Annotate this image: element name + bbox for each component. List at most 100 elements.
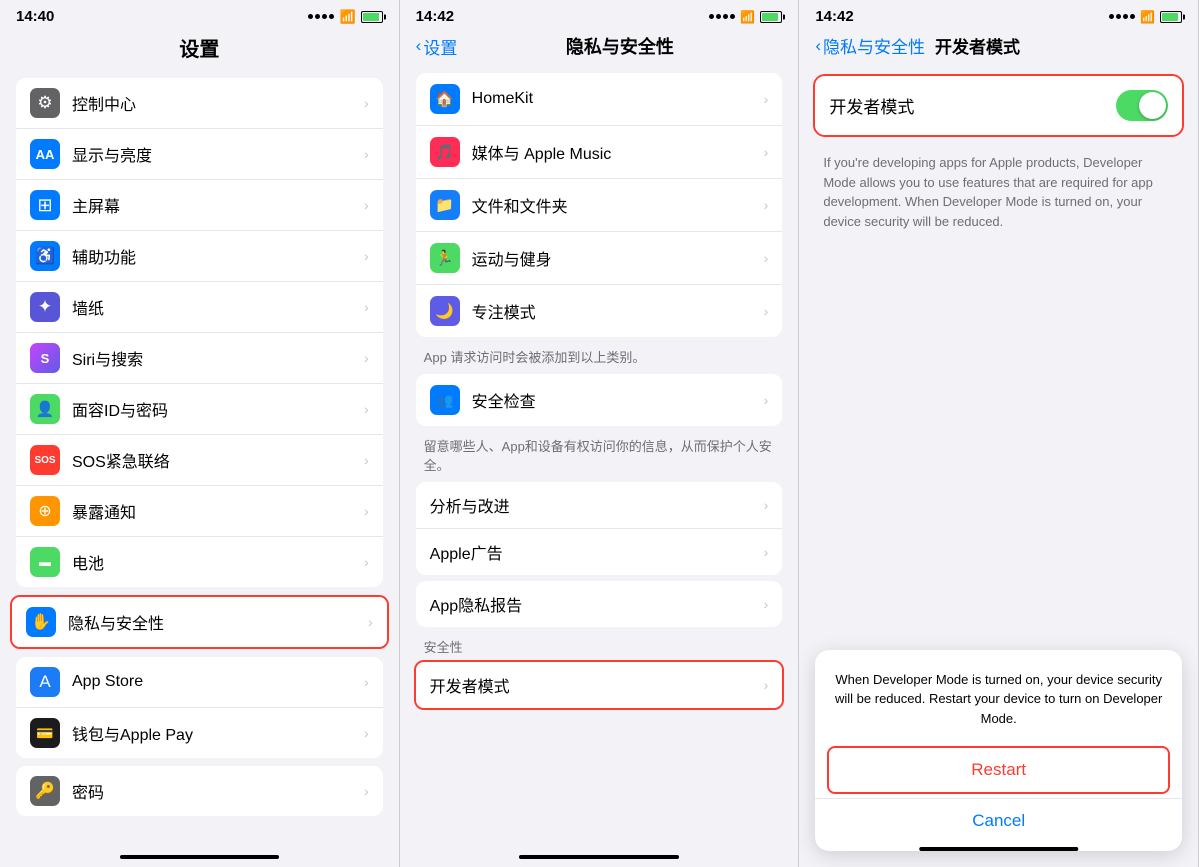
list-item[interactable]: ▬ 电池 › (16, 537, 383, 587)
developer-card: 开发者模式 (815, 76, 1182, 135)
panel2-privacy: 14:42 📶 ‹ 设置 隐私与安全性 🏠 HomeKit › (400, 0, 800, 867)
list-item[interactable]: ♿ 辅助功能 › (16, 231, 383, 282)
list-item[interactable]: 🔑 密码 › (16, 766, 383, 816)
item-label: 显示与亮度 (72, 142, 364, 166)
cancel-button[interactable]: Cancel (815, 798, 1182, 843)
dev-description: If you're developing apps for Apple prod… (799, 145, 1198, 239)
home-indicator (120, 855, 279, 859)
home-screen-icon: ⊞ (30, 190, 60, 220)
item-label: HomeKit (472, 90, 764, 108)
home-indicator (519, 855, 678, 859)
accessibility-icon: ♿ (30, 241, 60, 271)
home-indicator (919, 847, 1078, 851)
battery-item-icon: ▬ (30, 547, 60, 577)
back-chevron-icon: ‹ (416, 36, 422, 56)
status-bar-2: 14:42 📶 (400, 0, 799, 29)
list-item[interactable]: 👥 安全检查 › (416, 374, 783, 426)
list-item[interactable]: AA 显示与亮度 › (16, 129, 383, 180)
item-label: SOS紧急联络 (72, 448, 364, 472)
list-item[interactable]: ⚙ 控制中心 › (16, 78, 383, 129)
homekit-icon: 🏠 (430, 84, 460, 114)
restart-button[interactable]: Restart (827, 746, 1170, 794)
status-icons-2: 📶 (709, 10, 782, 24)
faceid-icon: 👤 (30, 394, 60, 424)
item-label: 运动与健身 (472, 246, 764, 270)
status-icons-3: 📶 (1109, 10, 1182, 24)
panel1-settings: 14:40 📶 设置 ⚙ 控制中心 › AA 显示与亮度 (0, 0, 400, 867)
list-item[interactable]: 🎵 媒体与 Apple Music › (416, 126, 783, 179)
privacy-item[interactable]: ✋ 隐私与安全性 › (12, 597, 387, 647)
list-item[interactable]: ✦ 墙纸 › (16, 282, 383, 333)
panel3-developer: 14:42 📶 ‹ 隐私与安全性 开发者模式 开发者模式 (799, 0, 1199, 867)
list-item[interactable]: ⊞ 主屏幕 › (16, 180, 383, 231)
developer-mode-toggle[interactable] (1116, 90, 1168, 121)
chevron-icon: › (764, 677, 769, 693)
item-label: 钱包与Apple Pay (72, 721, 364, 745)
list-item[interactable]: 🌙 专注模式 › (416, 285, 783, 337)
chevron-icon: › (764, 497, 769, 513)
item-label: 专注模式 (472, 299, 764, 323)
back-label-2: 设置 (423, 34, 457, 59)
list-item[interactable]: 📁 文件和文件夹 › (416, 179, 783, 232)
list-item[interactable]: 👤 面容ID与密码 › (16, 384, 383, 435)
item-label: 电池 (72, 550, 364, 574)
list-item[interactable]: 分析与改进 › (416, 482, 783, 529)
chevron-icon: › (364, 248, 369, 264)
siri-icon: S (30, 343, 60, 373)
list-item[interactable]: Apple广告 › (416, 529, 783, 575)
alert-dialog: When Developer Mode is turned on, your d… (815, 650, 1182, 852)
privacy-report-item[interactable]: App隐私报告 › (416, 581, 783, 627)
list-item[interactable]: S Siri与搜索 › (16, 333, 383, 384)
chevron-icon: › (364, 350, 369, 366)
alert-overlay: When Developer Mode is turned on, your d… (799, 634, 1198, 867)
dev-mode-toggle-box: 开发者模式 (813, 74, 1184, 137)
developer-mode-item[interactable]: 开发者模式 › (416, 662, 783, 708)
files-icon: 📁 (430, 190, 460, 220)
chevron-icon: › (364, 197, 369, 213)
list-item[interactable]: ⊕ 暴露通知 › (16, 486, 383, 537)
alert-body: When Developer Mode is turned on, your d… (815, 650, 1182, 739)
dev-mode-highlight-box: 开发者模式 › (414, 660, 785, 710)
chevron-icon: › (764, 392, 769, 408)
item-label: Apple广告 (430, 540, 764, 564)
chevron-icon: › (368, 614, 373, 630)
sos-icon: SOS (30, 445, 60, 475)
chevron-icon: › (364, 146, 369, 162)
chevron-icon: › (364, 554, 369, 570)
item-label: 辅助功能 (72, 244, 364, 268)
item-label: 面容ID与密码 (72, 397, 364, 421)
analytics-group: 分析与改进 › Apple广告 › (416, 482, 783, 575)
list-item[interactable]: 💳 钱包与Apple Pay › (16, 708, 383, 758)
chevron-icon: › (764, 91, 769, 107)
wifi-icon: 📶 (1140, 10, 1155, 24)
settings-list[interactable]: ⚙ 控制中心 › AA 显示与亮度 › ⊞ 主屏幕 › ♿ 辅助功能 › ✦ 墙 (0, 70, 399, 849)
privacy-group-main: 🏠 HomeKit › 🎵 媒体与 Apple Music › 📁 文件和文件夹… (416, 73, 783, 337)
list-item[interactable]: 🏃 运动与健身 › (416, 232, 783, 285)
list-item[interactable]: 🏠 HomeKit › (416, 73, 783, 126)
privacy-list[interactable]: 🏠 HomeKit › 🎵 媒体与 Apple Music › 📁 文件和文件夹… (400, 67, 799, 849)
battery-icon (760, 11, 782, 23)
page-title-3: 开发者模式 (935, 33, 1020, 58)
item-label: 墙纸 (72, 295, 364, 319)
nav-header-2: ‹ 设置 隐私与安全性 (400, 29, 799, 67)
dev-toggle-row: 开发者模式 (829, 90, 1168, 121)
chevron-icon: › (364, 783, 369, 799)
settings-group-main: ⚙ 控制中心 › AA 显示与亮度 › ⊞ 主屏幕 › ♿ 辅助功能 › ✦ 墙 (16, 78, 383, 587)
item-label: 安全检查 (472, 388, 764, 412)
list-item[interactable]: SOS SOS紧急联络 › (16, 435, 383, 486)
list-item[interactable]: A App Store › (16, 657, 383, 708)
signal-icon (1109, 14, 1135, 19)
dev-mode-label: 开发者模式 (829, 93, 914, 118)
time-2: 14:42 (416, 8, 454, 25)
item-label: 暴露通知 (72, 499, 364, 523)
chevron-icon: › (764, 544, 769, 560)
safety-section-label: 安全性 (400, 633, 799, 658)
chevron-icon: › (764, 596, 769, 612)
item-label: 分析与改进 (430, 493, 764, 517)
wifi-icon: 📶 (740, 10, 755, 24)
back-button-2[interactable]: ‹ 设置 (416, 34, 458, 59)
chevron-icon: › (764, 303, 769, 319)
page-title-1: 设置 (0, 29, 399, 70)
chevron-icon: › (764, 197, 769, 213)
back-button-3[interactable]: ‹ 隐私与安全性 (815, 33, 925, 58)
